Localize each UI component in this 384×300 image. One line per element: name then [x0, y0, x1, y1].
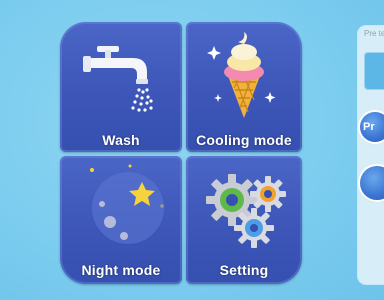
cooling-mode-label: Cooling mode [196, 132, 292, 148]
wash-button[interactable]: Wash [60, 22, 182, 152]
main-screen: Wash Cooling mode Night mode Setting Pre… [0, 0, 384, 300]
gears-icon [206, 174, 286, 248]
moon-icon [90, 164, 164, 244]
night-mode-button[interactable]: Night mode [60, 156, 182, 284]
panel-caption: Pre ten [364, 30, 384, 38]
preset-button[interactable]: Pr [360, 112, 384, 142]
setting-button[interactable]: Setting [186, 156, 302, 284]
ice-cream-icon [207, 32, 276, 118]
setting-label: Setting [219, 262, 269, 278]
faucet-icon [83, 46, 153, 112]
cooling-mode-button[interactable]: Cooling mode [186, 22, 302, 152]
wash-label: Wash [102, 132, 140, 148]
round-button[interactable] [360, 166, 384, 200]
temperature-display [364, 52, 384, 90]
night-mode-label: Night mode [81, 262, 161, 278]
temperature-panel: Pre ten Pr [358, 26, 384, 284]
